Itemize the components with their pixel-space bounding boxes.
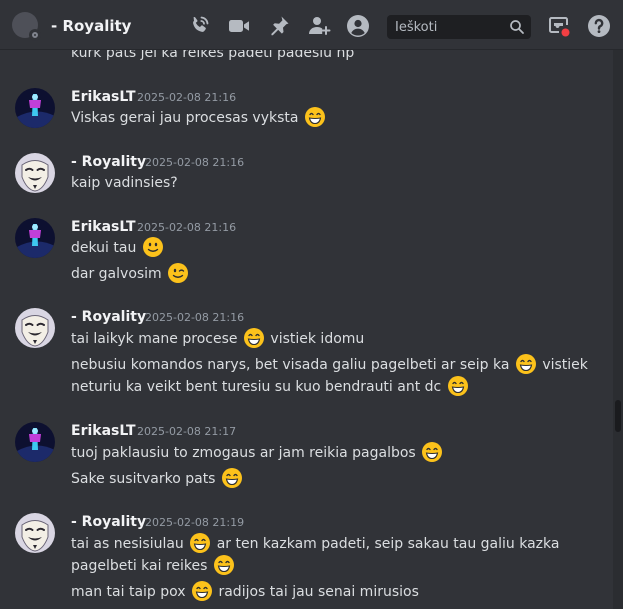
author-name[interactable]: - Royality [71,308,146,326]
grinning-smile-emoji [421,441,443,463]
avatar[interactable] [15,422,55,462]
grinning-smile-emoji [447,375,469,397]
grinning-smile-emoji [213,554,235,576]
timestamp: 2025-02-08 21:19 [145,516,245,529]
message-text: kurk pats jei ka reikes padeti padesiu n… [71,50,355,61]
scrollbar[interactable] [613,50,623,609]
video-icon[interactable] [227,14,251,38]
message-text: radijos tai jau senai mirusios [218,584,419,600]
message-text: ar ten kazkam padeti, seip sakau tau gal… [216,536,560,552]
message-text: vistiek [542,357,588,373]
grinning-smile-emoji [191,580,213,602]
status-offline-icon [29,29,41,41]
message-list: kurk pats jei ka reikes padeti padesiu n… [0,50,613,609]
timestamp: 2025-02-08 21:16 [137,91,237,104]
message-text: vistiek idomu [270,331,365,347]
message-line: pagelbeti kai reikes [71,554,236,577]
message-line: tai as nesisiulau ar ten kazkam padeti, … [71,532,559,555]
message-text: dar galvosim [71,266,162,282]
avatar[interactable] [15,513,55,553]
search-icon [510,20,524,34]
message-text: Viskas gerai jau procesas vyksta [71,110,299,126]
avatar[interactable] [15,88,55,128]
help-icon[interactable] [587,14,611,38]
add-friend-icon[interactable] [307,14,331,38]
grinning-smile-emoji [189,532,211,554]
grinning-smile-emoji [243,327,265,349]
profile-icon[interactable] [346,14,370,38]
message-line: Sake susitvarko pats [71,467,244,490]
slightly-smiling-emoji [142,236,164,258]
author-name[interactable]: - Royality [71,153,146,171]
message-text: tai as nesisiulau [71,536,184,552]
avatar[interactable] [15,308,55,348]
channel-header: - Royality [0,0,623,50]
message-text: tai laikyk mane procese [71,331,238,347]
search-input[interactable] [387,15,503,39]
avatar[interactable] [15,218,55,258]
timestamp: 2025-02-08 21:16 [137,221,237,234]
scrollbar-thumb[interactable] [615,400,621,432]
avatar[interactable] [15,153,55,193]
inbox-icon[interactable] [547,14,571,38]
message-line: nebusiu komandos narys, bet visada galiu… [71,353,588,376]
message-text: tuoj paklausiu to zmogaus ar jam reikia … [71,445,416,461]
grinning-smile-emoji [515,353,537,375]
grinning-smile-emoji [304,106,326,128]
message-line: tuoj paklausiu to zmogaus ar jam reikia … [71,441,444,464]
channel-title: - Royality [51,17,132,35]
author-name[interactable]: ErikasLT [71,88,136,106]
timestamp: 2025-02-08 21:17 [137,425,237,438]
message-line: neturiu ka veikt bent turesiu su kuo ben… [71,375,470,398]
message-line: man tai taip pox radijos tai jau senai m… [71,580,419,603]
message-line: dar galvosim [71,262,190,285]
author-name[interactable]: - Royality [71,513,146,531]
author-name[interactable]: ErikasLT [71,218,136,236]
winking-emoji [167,262,189,284]
grinning-smile-emoji [221,467,243,489]
message-text: neturiu ka veikt bent turesiu su kuo ben… [71,379,442,395]
message-text: man tai taip pox [71,584,186,600]
timestamp: 2025-02-08 21:16 [145,311,245,324]
search-box[interactable] [387,15,531,39]
call-icon[interactable] [187,14,211,38]
message-text: dekui tau [71,240,137,256]
message-text: kaip vadinsies? [71,175,178,191]
message-text: Sake susitvarko pats [71,471,216,487]
message-line: Viskas gerai jau procesas vyksta [71,106,327,129]
message-text: pagelbeti kai reikes [71,558,208,574]
author-name[interactable]: ErikasLT [71,422,136,440]
timestamp: 2025-02-08 21:16 [145,156,245,169]
message-line: dekui tau [71,236,165,259]
message-line: tai laikyk mane procese vistiek idomu [71,327,364,350]
pin-icon[interactable] [267,14,291,38]
message-text: nebusiu komandos narys, bet visada galiu… [71,357,510,373]
